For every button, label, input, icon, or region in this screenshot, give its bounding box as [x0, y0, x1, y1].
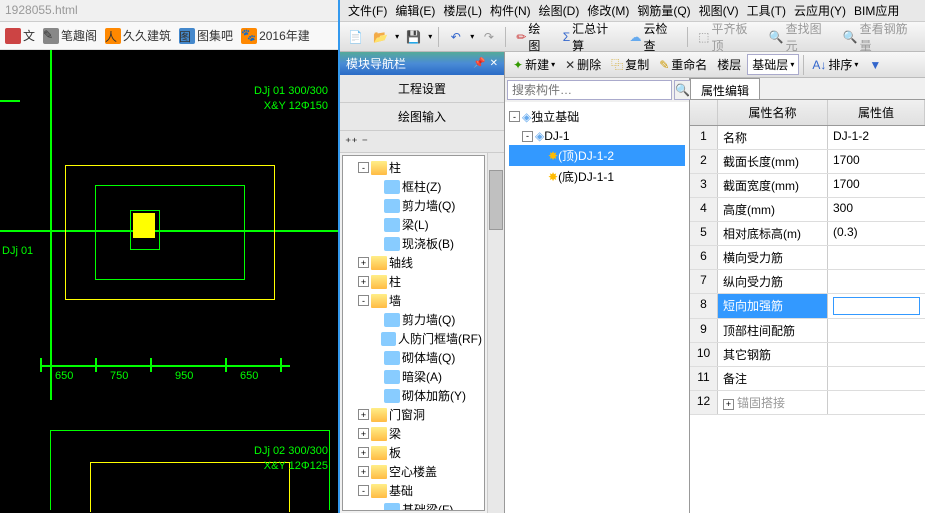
save-icon[interactable]: 💾 [403, 26, 424, 48]
menu-floor[interactable]: 楼层(L) [439, 0, 486, 21]
menu-edit[interactable]: 编辑(E) [391, 0, 439, 21]
tree-item[interactable]: 剪力墙(Q) [345, 310, 482, 329]
tree-item[interactable]: 砌体加筋(Y) [345, 386, 482, 405]
undo-icon[interactable]: ↶ [445, 26, 466, 48]
nav-header: 模块导航栏 📌✕ [340, 52, 504, 75]
nav-tab-draw[interactable]: 绘图输入 [340, 103, 504, 131]
component-tree[interactable]: -◈ 独立基础-◈ DJ-1✸ (顶)DJ-1-2✸ (底)DJ-1-1 [505, 102, 689, 513]
main-toolbar: 📄 📂▾ 💾▾ ↶▾ ↷ ✏绘图 Σ汇总计算 ☁云检查 ⬚平齐板顶 🔍查找图元 … [340, 22, 925, 52]
search-input[interactable] [507, 80, 672, 100]
property-row[interactable]: 6横向受力筋 [690, 246, 925, 270]
tree-item[interactable]: 梁(L) [345, 215, 482, 234]
tree-item[interactable]: +板 [345, 443, 482, 462]
property-row[interactable]: 7纵向受力筋 [690, 270, 925, 294]
nav-mini-toolbar: ⁺⁺ ⁻ [340, 131, 504, 153]
collapse-icon[interactable]: ⁻ [362, 135, 368, 149]
property-row[interactable]: 8短向加强筋 [690, 294, 925, 319]
bookmark-item[interactable]: 🐾2016年建 [241, 27, 310, 44]
tree-item[interactable]: 基础梁(F) [345, 500, 482, 511]
sum-button[interactable]: Σ汇总计算 [559, 18, 622, 56]
menu-file[interactable]: 文件(F) [344, 0, 391, 21]
tree-item[interactable]: 现浇板(B) [345, 234, 482, 253]
nav-tab-settings[interactable]: 工程设置 [340, 75, 504, 103]
cloud-check-button[interactable]: ☁云检查 [626, 18, 682, 56]
cad-drawing[interactable]: DJj 01 300/300 X&Y 12Φ150 DJj 01 650 750… [0, 50, 338, 513]
tree-item[interactable]: 砌体墙(Q) [345, 348, 482, 367]
nav-tree[interactable]: -柱框柱(Z)剪力墙(Q)梁(L)现浇板(B)+轴线+柱-墙剪力墙(Q)人防门框… [342, 155, 485, 511]
rename-button[interactable]: ✎重命名 [655, 54, 711, 75]
filter-icon[interactable]: ▼ [864, 54, 886, 76]
redo-icon[interactable]: ↷ [478, 26, 499, 48]
property-row[interactable]: 5相对底标高(m)(0.3) [690, 222, 925, 246]
flat-button[interactable]: ⬚平齐板顶 [694, 18, 761, 56]
tree-item[interactable]: 框柱(Z) [345, 177, 482, 196]
property-row[interactable]: 11备注 [690, 367, 925, 391]
cad-dim: 650 [240, 370, 258, 382]
close-icon[interactable]: ✕ [490, 58, 498, 69]
tree-item[interactable]: -柱 [345, 158, 482, 177]
bookmark-bar: 文 ✎笔趣阁 人久久建筑 图图集吧 🐾2016年建 [0, 22, 338, 50]
property-row[interactable]: 12+锚固搭接 [690, 391, 925, 415]
cad-label: DJj 01 [2, 245, 33, 257]
tree-item[interactable]: -墙 [345, 291, 482, 310]
find-button[interactable]: 🔍查找图元 [765, 18, 835, 56]
component-item[interactable]: ✸ (顶)DJ-1-2 [509, 145, 685, 166]
component-item[interactable]: -◈ DJ-1 [509, 127, 685, 145]
component-toolbar: ✦新建▾ ✕删除 ⿻复制 ✎重命名 楼层 基础层▾ A↓排序▾ ▼ [505, 52, 925, 78]
tree-item[interactable]: +梁 [345, 424, 482, 443]
cad-label: DJj 01 300/300 [254, 85, 328, 97]
draw-button[interactable]: ✏绘图 [512, 18, 554, 56]
floor-select[interactable]: 楼层 [713, 54, 745, 75]
new-button[interactable]: ✦新建▾ [509, 54, 559, 75]
expand-icon[interactable]: ⁺⁺ [345, 135, 358, 149]
property-row[interactable]: 9顶部柱间配筋 [690, 319, 925, 343]
component-item[interactable]: -◈ 独立基础 [509, 106, 685, 127]
header-name: 属性名称 [718, 100, 828, 125]
component-item[interactable]: ✸ (底)DJ-1-1 [509, 166, 685, 187]
search-button[interactable]: 🔍 [674, 80, 691, 100]
cad-dim: 650 [55, 370, 73, 382]
cad-label: DJj 02 300/300 [254, 445, 328, 457]
tree-item[interactable]: +门窗洞 [345, 405, 482, 424]
bookmark-item[interactable]: 人久久建筑 [105, 27, 171, 44]
sort-button[interactable]: A↓排序▾ [808, 54, 862, 75]
delete-button[interactable]: ✕删除 [561, 54, 605, 75]
copy-button[interactable]: ⿻复制 [607, 54, 653, 75]
tree-item[interactable]: +空心楼盖 [345, 462, 482, 481]
cad-dim: 950 [175, 370, 193, 382]
tree-item[interactable]: 暗梁(A) [345, 367, 482, 386]
cad-label: X&Y 12Φ150 [264, 100, 328, 112]
property-row[interactable]: 4高度(mm)300 [690, 198, 925, 222]
tab-property[interactable]: 属性编辑 [690, 78, 760, 99]
property-row[interactable]: 1名称DJ-1-2 [690, 126, 925, 150]
tree-item[interactable]: +柱 [345, 272, 482, 291]
bookmark-item[interactable]: 文 [5, 27, 35, 44]
tree-item[interactable]: -基础 [345, 481, 482, 500]
new-icon[interactable]: 📄 [345, 26, 366, 48]
header-value: 属性值 [828, 100, 925, 125]
open-icon[interactable]: 📂 [370, 26, 391, 48]
browser-url[interactable]: 1928055.html [0, 0, 338, 22]
tree-item[interactable]: +轴线 [345, 253, 482, 272]
property-row[interactable]: 10其它钢筋 [690, 343, 925, 367]
cad-label: X&Y 12Φ125 [264, 460, 328, 472]
bookmark-item[interactable]: 图图集吧 [179, 27, 233, 44]
property-row[interactable]: 2截面长度(mm)1700 [690, 150, 925, 174]
rebar-button[interactable]: 🔍查看钢筋量 [839, 18, 920, 56]
pin-icon[interactable]: 📌 [473, 58, 485, 69]
property-row[interactable]: 3截面宽度(mm)1700 [690, 174, 925, 198]
scrollbar[interactable] [487, 153, 504, 513]
bookmark-item[interactable]: ✎笔趣阁 [43, 27, 97, 44]
tree-item[interactable]: 人防门框墙(RF) [345, 329, 482, 348]
layer-select[interactable]: 基础层▾ [747, 54, 799, 75]
cad-dim: 750 [110, 370, 128, 382]
tree-item[interactable]: 剪力墙(Q) [345, 196, 482, 215]
property-grid[interactable]: 属性名称 属性值 1名称DJ-1-22截面长度(mm)17003截面宽度(mm)… [690, 100, 925, 513]
